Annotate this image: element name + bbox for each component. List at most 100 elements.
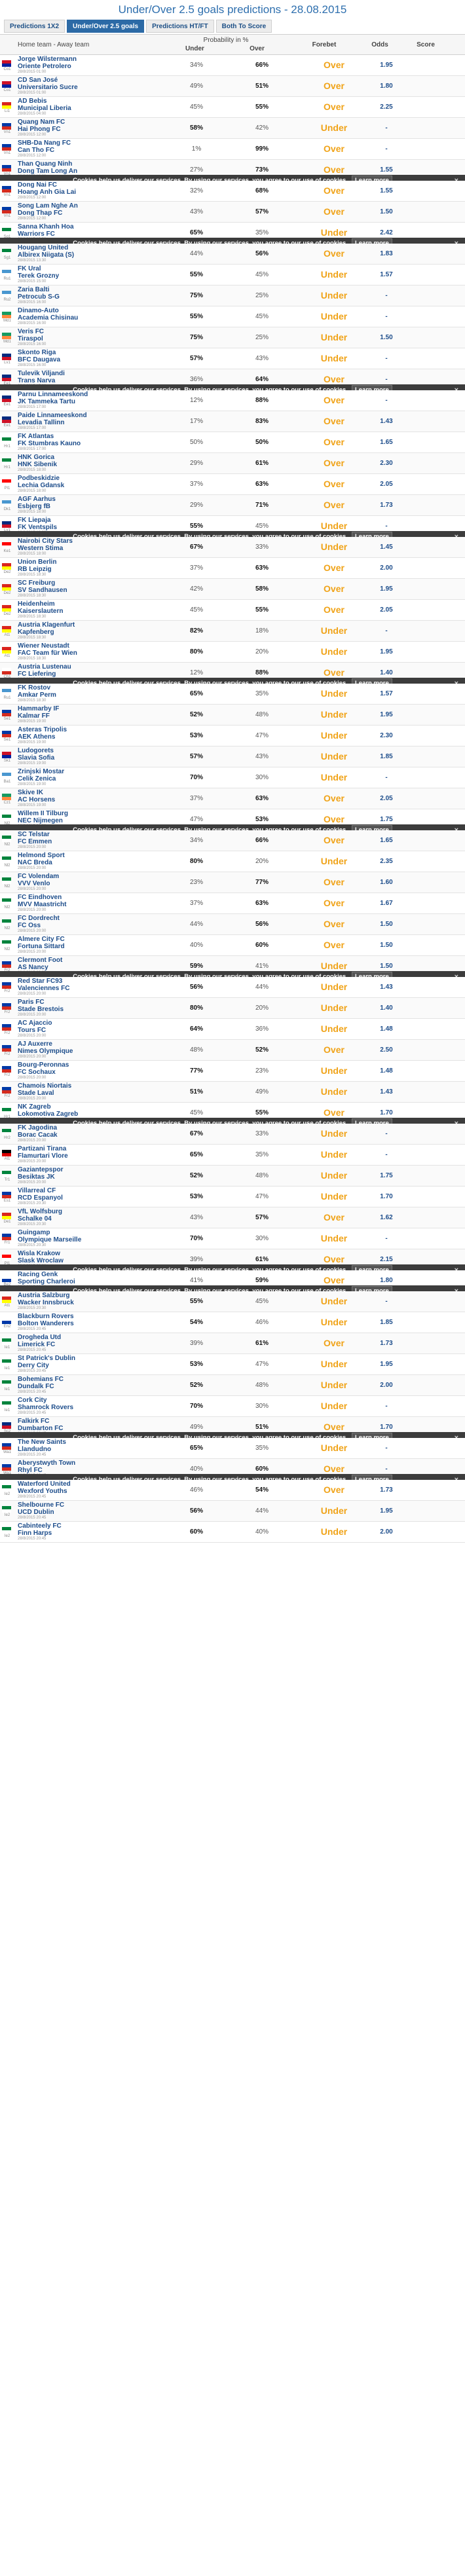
table-row[interactable]: Fr1 Guingamp Olympique Marseille 28/8/2015 … [0, 1228, 465, 1249]
home-team[interactable]: Sanna Khanh Hoa [18, 223, 74, 230]
home-team[interactable]: Almere City FC [18, 936, 65, 943]
league-flag-icon[interactable] [2, 249, 11, 255]
home-team[interactable]: Racing Genk [18, 1271, 58, 1278]
home-team[interactable]: Paris FC [18, 999, 45, 1006]
home-team[interactable]: Dinamo-Auto [18, 307, 59, 314]
league-flag-icon[interactable] [2, 458, 11, 465]
league-flag-icon[interactable] [2, 1359, 11, 1366]
league-flag-icon[interactable] [2, 1024, 11, 1031]
home-team[interactable]: Nairobi City Stars [18, 538, 73, 545]
home-team[interactable]: Ludogorets [18, 747, 54, 754]
home-team[interactable]: Wiener Neustadt [18, 642, 69, 650]
league-flag-icon[interactable] [2, 123, 11, 130]
away-team[interactable]: FK Ventspils [18, 524, 57, 531]
away-team[interactable]: Sporting Charleroi [18, 1278, 75, 1285]
table-row[interactable]: Nl2 FC Volendam VVV Venlo 28/8/2015 20:00 23… [0, 872, 465, 893]
home-team[interactable]: HNK Gorica [18, 454, 54, 461]
away-team[interactable]: Valenciennes FC [18, 985, 69, 992]
league-flag-icon[interactable] [2, 1150, 11, 1156]
home-team[interactable]: FK Rostov [18, 684, 50, 691]
table-row[interactable]: Nl2 FC Dordrecht FC Oss 28/8/2015 20:00 44% 5… [0, 914, 465, 935]
league-flag-icon[interactable] [2, 542, 11, 549]
home-team[interactable]: Falkirk FC [18, 1418, 49, 1425]
home-team[interactable]: FK Ural [18, 265, 41, 272]
home-team[interactable]: Paide Linnameeskond [18, 412, 87, 419]
away-team[interactable]: FC Liefering [18, 671, 56, 678]
league-flag-icon[interactable] [2, 396, 11, 402]
home-team[interactable]: Blackburn Rovers [18, 1313, 74, 1320]
table-row[interactable]: Nl2 SC Telstar FC Emmen 28/8/2015 20:00 34% 6… [0, 830, 465, 851]
table-row[interactable]: Cz1 Skive IK AC Horsens 28/8/2015 19:00 37% 6… [0, 788, 465, 809]
league-flag-icon[interactable] [2, 940, 11, 947]
table-row[interactable]: At1 Wiener Neustadt FAC Team für Wien 28/8/… [0, 642, 465, 663]
home-team[interactable]: Podbeskidzie [18, 475, 60, 482]
table-row[interactable]: Se1 Hammarby IF Kalmar FF 28/8/2015 19:00 52… [0, 705, 465, 726]
home-team[interactable]: Helmond Sport [18, 852, 65, 859]
home-team[interactable]: SC Freiburg [18, 580, 55, 587]
table-row[interactable]: Nl2 Helmond Sport NAC Breda 28/8/2015 20:00… [0, 851, 465, 872]
home-team[interactable]: AD Bebis [18, 98, 46, 105]
home-team[interactable]: AJ Auxerre [18, 1040, 52, 1048]
home-team[interactable]: Skive IK [18, 789, 43, 796]
table-row[interactable]: Nl2 Almere City FC Fortuna Sittard 28/8/201… [0, 935, 465, 956]
table-row[interactable]: Fr2 Paris FC Stade Brestois 28/8/2015 20:00… [0, 998, 465, 1019]
home-team[interactable]: FK Liepaja [18, 517, 51, 524]
home-team[interactable]: Tulevik Viljandi [18, 370, 65, 377]
league-flag-icon[interactable] [2, 333, 11, 339]
league-flag-icon[interactable] [2, 291, 11, 297]
away-team[interactable]: Hai Phong FC [18, 126, 61, 133]
table-row[interactable]: Sk1 Ludogorets Slavia Sofia 28/8/2015 19:00… [0, 746, 465, 767]
league-flag-icon[interactable] [2, 81, 11, 88]
table-row[interactable]: Ie2 Cabinteely FC Finn Harps 28/8/2015 20:4… [0, 1522, 465, 1543]
table-row[interactable]: Li1 AD Bebis Municipal Liberia 28/8/2015 04… [0, 97, 465, 118]
table-row[interactable]: Fr2 Bourg-Peronnas FC Sochaux 28/8/2015 20:… [0, 1061, 465, 1082]
away-team[interactable]: Besiktas JK [18, 1173, 55, 1181]
away-team[interactable]: Esbjerg fB [18, 503, 50, 510]
home-team[interactable]: Jorge Wilstermann [18, 56, 77, 63]
league-flag-icon[interactable] [2, 584, 11, 591]
home-team[interactable]: Aberystwyth Town [18, 1460, 75, 1467]
league-flag-icon[interactable] [2, 668, 11, 674]
home-team[interactable]: FC Eindhoven [18, 894, 62, 901]
table-row[interactable]: Ie1 St Patrick's Dublin Derry City 28/8/201… [0, 1354, 465, 1375]
table-row[interactable]: Hr2 FK Jagodina Borac Cacak 28/8/2015 20:00… [0, 1124, 465, 1145]
table-row[interactable]: Ke1 Nairobi City Stars Western Stima 28/8/2… [0, 537, 465, 558]
league-flag-icon[interactable] [2, 1066, 11, 1073]
league-flag-icon[interactable] [2, 102, 11, 109]
league-flag-icon[interactable] [2, 1108, 11, 1114]
away-team[interactable]: RB Leipzig [18, 566, 52, 573]
table-row[interactable]: Ie2 Waterford United Wexford Youths 28/8/20… [0, 1480, 465, 1501]
table-row[interactable]: Sg1 Hougang United Albirex Niigata (S) 28/8… [0, 244, 465, 265]
home-team[interactable]: Zaria Balti [18, 286, 49, 293]
league-flag-icon[interactable] [2, 919, 11, 926]
table-row[interactable]: Ie1 Cork City Shamrock Rovers 28/8/2015 20:… [0, 1396, 465, 1417]
away-team[interactable]: Lechia Gdansk [18, 482, 64, 489]
league-flag-icon[interactable] [2, 1234, 11, 1240]
away-team[interactable]: BFC Daugava [18, 356, 60, 363]
home-team[interactable]: Than Quang Ninh [18, 160, 72, 168]
league-flag-icon[interactable] [2, 710, 11, 716]
away-team[interactable]: Borac Cacak [18, 1132, 58, 1139]
home-team[interactable]: Quang Nam FC [18, 119, 65, 126]
away-team[interactable]: Lokomotiva Zagreb [18, 1111, 78, 1118]
table-row[interactable]: Ee1 Paide Linnameeskond Levadia Tallinn 28/… [0, 411, 465, 432]
table-row[interactable]: Co1 Jorge Wilstermann Oriente Petrolero 28/… [0, 55, 465, 76]
home-team[interactable]: Austria Klagenfurt [18, 621, 75, 629]
home-team[interactable]: Austria Lustenau [18, 663, 71, 671]
league-flag-icon[interactable] [2, 626, 11, 633]
table-row[interactable]: Fr2 AJ Auxerre Nimes Olympique 28/8/2015 20… [0, 1040, 465, 1061]
league-flag-icon[interactable] [2, 1297, 11, 1303]
tab-predictions-1x2[interactable]: Predictions 1X2 [4, 20, 65, 33]
home-team[interactable]: The New Saints [18, 1439, 66, 1446]
home-team[interactable]: Guingamp [18, 1229, 50, 1236]
home-team[interactable]: AC Ajaccio [18, 1020, 52, 1027]
league-flag-icon[interactable] [2, 1401, 11, 1408]
league-flag-icon[interactable] [2, 1464, 11, 1471]
league-flag-icon[interactable] [2, 1087, 11, 1094]
league-flag-icon[interactable] [2, 773, 11, 779]
table-row[interactable]: Pl1 Podbeskidzie Lechia Gdansk 28/8/2015 18… [0, 474, 465, 495]
away-team[interactable]: Dong Thap FC [18, 210, 62, 217]
away-team[interactable]: Celik Zenica [18, 775, 56, 782]
home-team[interactable]: FC Volendam [18, 873, 59, 880]
home-team[interactable]: Wisla Krakow [18, 1250, 60, 1257]
